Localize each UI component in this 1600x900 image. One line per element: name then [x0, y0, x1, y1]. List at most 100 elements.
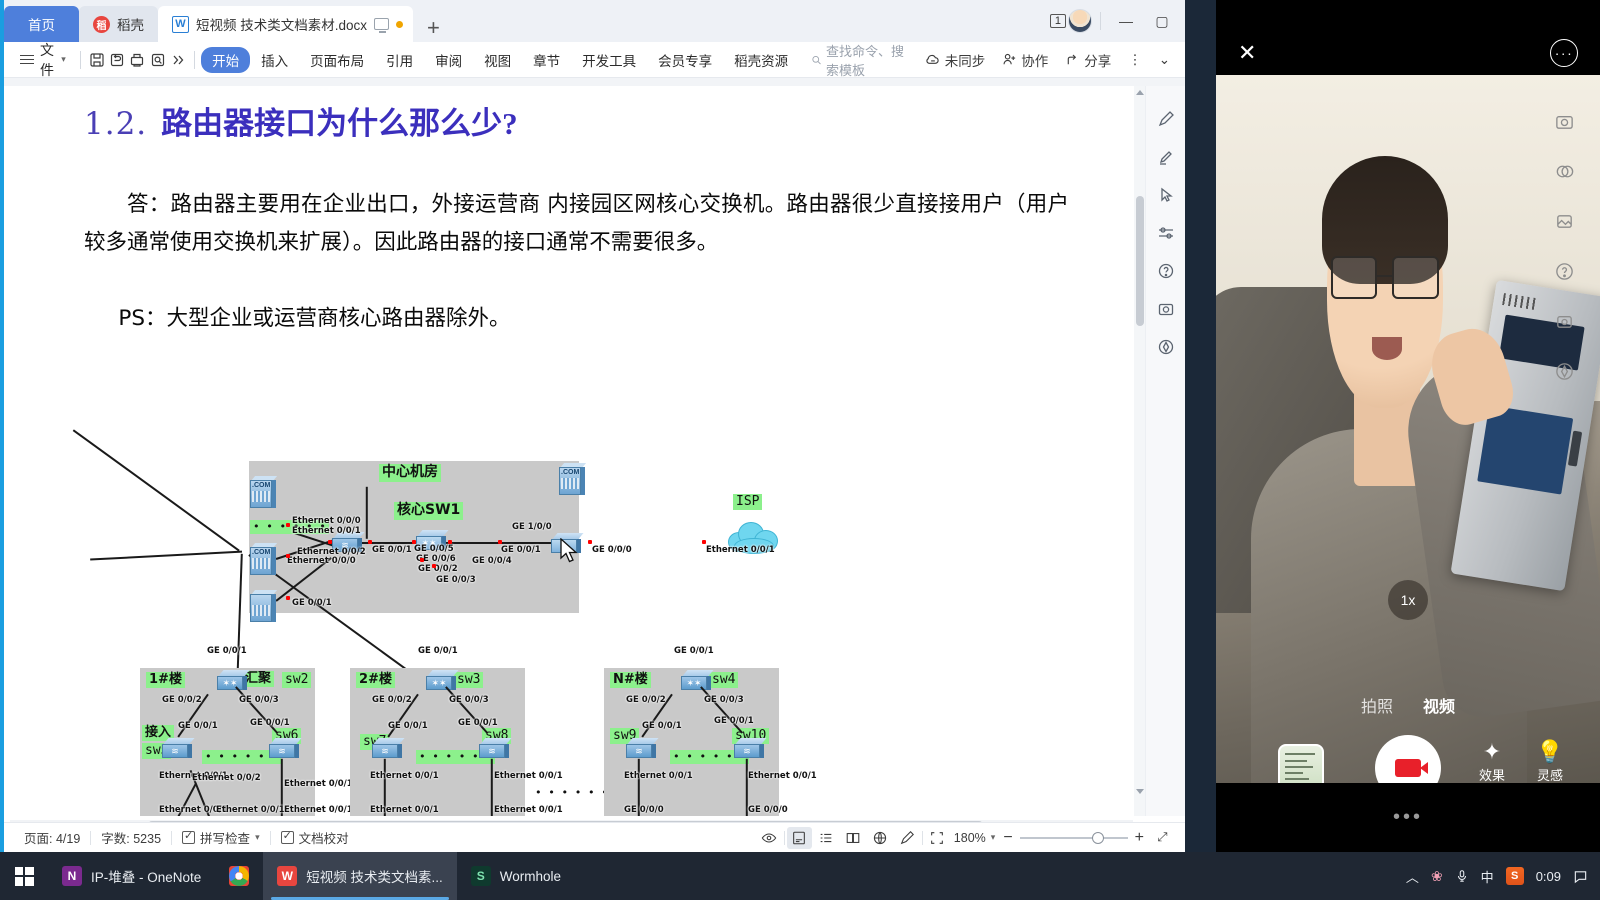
device-switch-sw7[interactable]: ≋	[372, 738, 405, 758]
zoom-slider[interactable]: − +	[999, 829, 1148, 847]
help-icon[interactable]	[1552, 259, 1576, 283]
camera-mode-video[interactable]: 视频	[1423, 693, 1455, 717]
ribbon-tab-insert[interactable]: 插入	[250, 47, 299, 73]
network-topology-diagram[interactable]: 中心机房 核心SW1 .COM .COM • • • • • • ≋ ✶✶ .C…	[54, 368, 817, 816]
device-server[interactable]	[250, 590, 278, 622]
maximize-button[interactable]: ▢	[1145, 6, 1179, 36]
device-switch-sw3[interactable]: ✶✶	[426, 670, 459, 690]
spellcheck-toggle[interactable]: 拼写检查 ▾	[172, 828, 270, 847]
edit-mode-button[interactable]	[895, 827, 920, 849]
share-button[interactable]: 分享	[1058, 47, 1118, 73]
tab-daoke[interactable]: 稻 稻壳	[79, 6, 158, 42]
device-switch-sw9[interactable]: ≋	[626, 738, 659, 758]
ribbon-overflow-button[interactable]: ⋮	[1121, 49, 1149, 71]
sync-status-button[interactable]: 未同步	[917, 47, 993, 73]
proofread-toggle[interactable]: 文档校对	[271, 828, 359, 847]
ribbon-tab-review[interactable]: 审阅	[424, 47, 473, 73]
gallery-thumbnail-button[interactable]	[1278, 744, 1324, 783]
search-input[interactable]: 查找命令、搜索模板	[811, 41, 917, 79]
ime-indicator[interactable]: 中	[1481, 867, 1494, 886]
taskbar-item-wps[interactable]: W 短视频 技术类文档素...	[263, 852, 457, 900]
undo-icon[interactable]	[107, 48, 127, 72]
ribbon-tab-member[interactable]: 会员专享	[647, 47, 723, 73]
camera-bottom-dots[interactable]: •••	[1393, 806, 1423, 829]
device-switch-sw2[interactable]: ✶✶	[217, 670, 250, 690]
print-preview-icon[interactable]	[148, 48, 168, 72]
ribbon-tab-page-layout[interactable]: 页面布局	[299, 47, 375, 73]
print-icon[interactable]	[127, 48, 147, 72]
effects-button[interactable]: ✦ 效果	[1468, 739, 1516, 783]
ribbon-collapse-button[interactable]: ⌄	[1152, 49, 1177, 71]
scroll-up-arrow[interactable]	[1136, 90, 1144, 95]
close-icon[interactable]: ✕	[1238, 41, 1256, 64]
zoom-out-button[interactable]: −	[1003, 829, 1012, 847]
ribbon-tab-start[interactable]: 开始	[201, 46, 251, 73]
ribbon-tab-references[interactable]: 引用	[375, 47, 424, 73]
more-quick-icon[interactable]	[168, 48, 188, 72]
photo-mode-icon[interactable]	[1552, 109, 1576, 133]
tab-home[interactable]: 首页	[4, 6, 79, 42]
page-count-badge[interactable]: 1	[1049, 14, 1066, 28]
collaborate-button[interactable]: 协作	[995, 47, 1055, 73]
settings-sliders-icon[interactable]	[1155, 222, 1177, 244]
zoom-level[interactable]: 180% ▾	[952, 831, 998, 845]
device-switch-sw10[interactable]: ≋	[734, 738, 767, 758]
ribbon-tab-developer[interactable]: 开发工具	[571, 47, 647, 73]
page-view-button[interactable]	[786, 826, 812, 849]
cursor-select-icon[interactable]	[1155, 184, 1177, 206]
pen-tool-icon[interactable]	[1155, 108, 1177, 130]
device-switch-sw8[interactable]: ≋	[479, 738, 512, 758]
zoom-in-button[interactable]: +	[1135, 829, 1144, 847]
camera-mode-photo[interactable]: 拍照	[1361, 693, 1393, 717]
screenshot-icon[interactable]	[1552, 309, 1576, 333]
device-server[interactable]: .COM	[250, 476, 278, 508]
device-switch-sw6[interactable]: ≋	[269, 738, 302, 758]
zoom-track[interactable]	[1019, 831, 1128, 844]
ribbon-tab-section[interactable]: 章节	[522, 47, 571, 73]
diamond-tool-icon[interactable]	[1155, 336, 1177, 358]
notification-icon[interactable]	[1573, 869, 1588, 884]
microphone-icon[interactable]	[1455, 869, 1469, 883]
help-icon[interactable]	[1155, 260, 1177, 282]
taskbar-item-onenote[interactable]: N IP-堆叠 - OneNote	[48, 852, 215, 900]
start-button[interactable]	[0, 852, 48, 900]
tab-document[interactable]: W 短视频 技术类文档素材.docx	[158, 6, 414, 42]
chevron-down-icon[interactable]: ▾	[255, 832, 260, 843]
eye-icon[interactable]	[757, 827, 782, 849]
avatar[interactable]	[1068, 9, 1092, 33]
presentation-icon[interactable]	[374, 18, 390, 33]
fit-page-button[interactable]	[925, 827, 950, 849]
document-canvas[interactable]: 1.2. 路由器接口为什么那么少? 答：路由器主要用在企业出口，外接运营商 内接园…	[4, 86, 1185, 816]
book-view-button[interactable]	[841, 827, 866, 849]
settings-icon[interactable]	[1552, 359, 1576, 383]
zoom-level-button[interactable]: 1x	[1388, 580, 1428, 620]
highlighter-icon[interactable]	[1155, 146, 1177, 168]
device-switch-sw5[interactable]: ≋	[162, 738, 195, 758]
device-server[interactable]: .COM	[250, 543, 278, 575]
filter-icon[interactable]	[1552, 159, 1576, 183]
page-indicator[interactable]: 页面: 4/19	[14, 828, 90, 847]
vertical-scrollbar[interactable]	[1134, 86, 1145, 816]
tray-chevron-icon[interactable]: ︿	[1406, 867, 1419, 886]
web-view-button[interactable]	[868, 827, 893, 849]
minimize-button[interactable]: —	[1109, 6, 1143, 36]
more-options-icon[interactable]: ···	[1550, 38, 1578, 67]
zoom-knob[interactable]	[1091, 831, 1104, 844]
save-icon[interactable]	[87, 48, 107, 72]
flower-icon[interactable]: ❀	[1431, 868, 1443, 885]
taskbar-item-chrome[interactable]	[215, 852, 263, 900]
device-switch-sw4[interactable]: ✶✶	[681, 670, 714, 690]
screenshot-icon[interactable]	[1155, 298, 1177, 320]
vertical-scroll-thumb[interactable]	[1135, 196, 1144, 326]
fullscreen-button[interactable]: ⤢	[1150, 827, 1175, 849]
camera-viewport[interactable]: 1x 拍照 视频 ✦ 效果 💡 灵感	[1216, 75, 1600, 783]
taskbar-item-wormhole[interactable]: S Wormhole	[457, 852, 575, 900]
word-count[interactable]: 字数: 5235	[91, 828, 171, 847]
inspiration-button[interactable]: 💡 灵感	[1526, 739, 1574, 783]
gallery-icon[interactable]	[1552, 209, 1576, 233]
clock[interactable]: 0:09	[1536, 869, 1561, 884]
ribbon-tab-daoke-resources[interactable]: 稻壳资源	[723, 47, 799, 73]
scroll-down-arrow[interactable]	[1136, 789, 1144, 794]
ribbon-tab-view[interactable]: 视图	[473, 47, 522, 73]
new-tab-button[interactable]: +	[413, 17, 454, 42]
